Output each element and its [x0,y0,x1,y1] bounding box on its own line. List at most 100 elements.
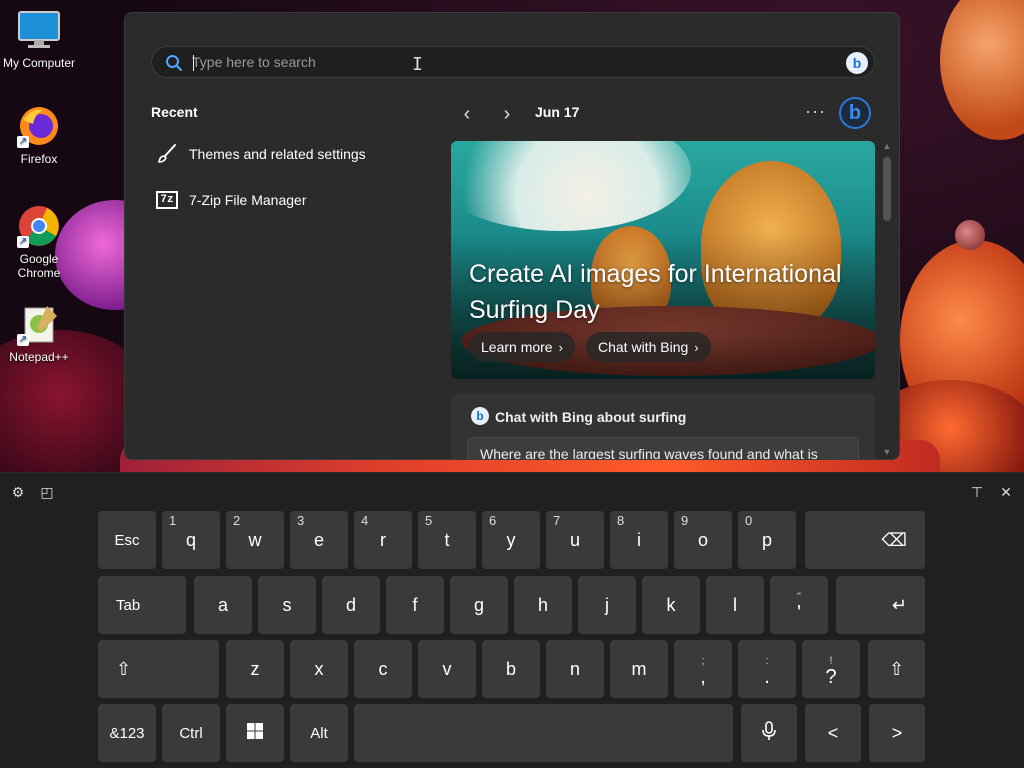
key-microphone[interactable] [741,704,797,762]
key-space[interactable] [354,704,733,762]
key-windows[interactable] [226,704,284,762]
key-left-arrow[interactable]: < [805,704,861,762]
chrome-icon: ↗ [17,204,61,248]
bing-icon[interactable]: b [846,52,868,74]
desktop-icon-firefox[interactable]: ↗ Firefox [1,104,77,166]
keyboard-settings-icon[interactable]: ⚙ [9,483,27,501]
shortcut-arrow-icon: ↗ [17,334,29,346]
notepad-plus-plus-icon: ↗ [17,302,61,346]
learn-more-button[interactable]: Learn more › [469,332,575,362]
chat-suggestion[interactable]: Where are the largest surfing waves foun… [467,437,859,459]
key-ctrl[interactable]: Ctrl [162,704,220,762]
shortcut-arrow-icon: ↗ [17,236,29,248]
key-m[interactable]: m [610,640,668,698]
key-period[interactable]: :. [738,640,796,698]
key-label: e [313,529,324,550]
search-input[interactable] [192,51,792,73]
key-sublabel: 5 [425,513,433,528]
key-h[interactable]: h [514,576,572,634]
key-comma[interactable]: ;, [674,640,732,698]
undock-keyboard-icon[interactable]: ⊤ [968,483,986,501]
chat-with-bing-button[interactable]: Chat with Bing › [586,332,711,362]
desktop-icon-notepad-plus-plus[interactable]: ↗ Notepad++ [1,302,77,364]
key-label: q [185,529,196,550]
key-w[interactable]: 2w [226,511,284,569]
key-y[interactable]: 6y [482,511,540,569]
key-o[interactable]: 9o [674,511,732,569]
key-label: m [631,658,647,679]
chat-with-bing-card[interactable]: b Chat with Bing about surfing Where are… [451,393,875,459]
key-label: l [733,594,737,615]
7zip-icon: 7z [155,188,179,212]
emoji-panel-icon[interactable]: ◰ [38,483,56,501]
key-a[interactable]: a [194,576,252,634]
ibeam-cursor-icon: I [412,54,423,75]
key-tab[interactable]: Tab [98,576,186,634]
search-bar[interactable]: I b [151,46,875,78]
key-sublabel: 2 [233,513,241,528]
key-label: w [248,529,262,550]
key-question[interactable]: !? [802,640,860,698]
key-alt[interactable]: Alt [290,704,348,762]
scrollbar-thumb[interactable] [883,157,891,221]
scroll-down-icon[interactable]: ▼ [881,447,893,459]
key-label: , [700,666,706,688]
key-q[interactable]: 1q [162,511,220,569]
windows-icon [247,722,263,744]
key-esc[interactable]: Esc [98,511,156,569]
key-label: d [345,594,356,615]
key-j[interactable]: j [578,576,636,634]
key-label: y [506,529,516,550]
more-options-icon[interactable]: ··· [805,101,826,122]
desktop-icon-google-chrome[interactable]: ↗ Google Chrome [1,204,77,280]
key-right-arrow[interactable]: > [869,704,925,762]
key-d[interactable]: d [322,576,380,634]
key-label: r [380,529,386,550]
key-u[interactable]: 7u [546,511,604,569]
highlight-hero-card[interactable]: Create AI images for International Surfi… [451,141,875,379]
recent-item-themes[interactable]: Themes and related settings [155,139,366,169]
key-apostrophe[interactable]: " ' [770,576,828,634]
key-e[interactable]: 3e [290,511,348,569]
key-label: s [282,594,292,615]
recent-item-label: 7-Zip File Manager [189,192,307,208]
key-label: t [444,529,450,550]
key-r[interactable]: 4r [354,511,412,569]
key-f[interactable]: f [386,576,444,634]
key-l[interactable]: l [706,576,764,634]
key-label: Ctrl [179,724,203,742]
chevron-right-icon: > [891,722,903,743]
key-v[interactable]: v [418,640,476,698]
key-p[interactable]: 0p [738,511,796,569]
key-b[interactable]: b [482,640,540,698]
key-k[interactable]: k [642,576,700,634]
next-arrow-icon[interactable]: › [495,103,519,127]
recent-item-7zip[interactable]: 7z 7-Zip File Manager [155,185,307,215]
key-s[interactable]: s [258,576,316,634]
close-icon[interactable]: ✕ [997,483,1015,501]
previous-arrow-icon[interactable]: ‹ [455,103,479,127]
key-n[interactable]: n [546,640,604,698]
key-z[interactable]: z [226,640,284,698]
key-t[interactable]: 5t [418,511,476,569]
key-label: &123 [109,724,145,742]
bing-chat-icon[interactable]: b [839,97,871,129]
key-shift-right[interactable]: ⇧ [868,640,925,698]
scrollbar[interactable]: ▲ ▼ [881,141,893,459]
key-symbols[interactable]: &123 [98,704,156,762]
key-sublabel: 1 [169,513,177,528]
key-i[interactable]: 8i [610,511,668,569]
key-sublabel: 8 [617,513,625,528]
key-label: Tab [116,596,141,614]
touch-keyboard: ⚙ ◰ ⊤ ✕ Esc 1q 2w 3e 4r 5t 6y 7u 8i 9o 0… [0,472,1024,768]
key-x[interactable]: x [290,640,348,698]
key-label: Alt [310,724,328,742]
desktop-icon-my-computer[interactable]: My Computer [1,8,77,70]
key-label: z [250,658,260,679]
key-shift-left[interactable]: ⇧ [98,640,219,698]
key-c[interactable]: c [354,640,412,698]
key-enter[interactable]: ↵ [836,576,925,634]
scroll-up-icon[interactable]: ▲ [881,141,893,153]
key-g[interactable]: g [450,576,508,634]
key-backspace[interactable]: ⌫ [805,511,925,569]
